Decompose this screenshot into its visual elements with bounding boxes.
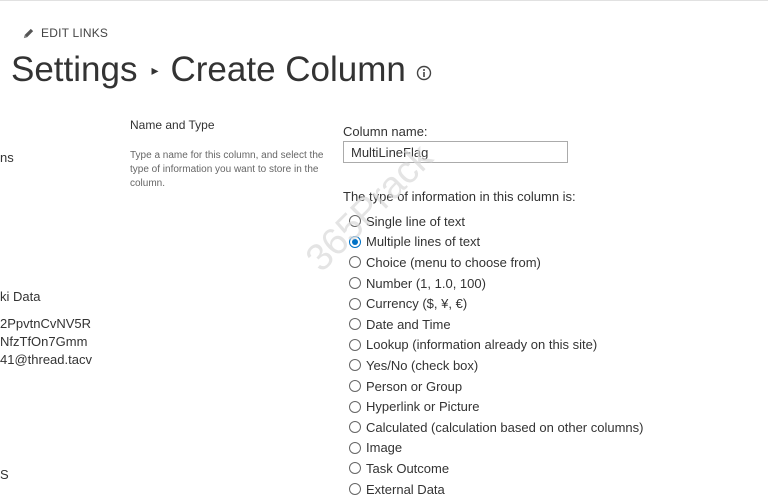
breadcrumb-settings[interactable]: Settings <box>11 50 137 90</box>
radio-button[interactable] <box>349 462 361 475</box>
option-label: Single line of text <box>366 213 466 229</box>
column-type-option[interactable]: Multiple lines of text <box>349 232 644 253</box>
option-label: Multiple lines of text <box>366 234 481 250</box>
nav-item[interactable]: S <box>0 467 9 482</box>
radio-button[interactable] <box>349 215 361 228</box>
option-label: Hyperlink or Picture <box>366 399 480 415</box>
edit-links-button[interactable]: EDIT LINKS <box>22 26 108 40</box>
radio-button[interactable] <box>349 400 361 413</box>
option-label: Choice (menu to choose from) <box>366 254 541 270</box>
option-label: Lookup (information already on this site… <box>366 337 598 353</box>
option-label: Number (1, 1.0, 100) <box>366 275 486 291</box>
info-icon[interactable] <box>416 65 432 81</box>
radio-button[interactable] <box>349 380 361 393</box>
nav-item[interactable]: NfzTfOn7Gmm <box>0 334 87 349</box>
radio-button[interactable] <box>349 421 361 434</box>
radio-button[interactable] <box>349 359 361 372</box>
nav-item[interactable]: ns <box>0 150 14 165</box>
type-label: The type of information in this column i… <box>343 189 576 204</box>
column-type-option[interactable]: Single line of text <box>349 211 644 232</box>
radio-button[interactable] <box>349 297 361 310</box>
column-type-option[interactable]: Yes/No (check box) <box>349 355 644 376</box>
option-label: Currency ($, ¥, €) <box>366 296 468 312</box>
column-type-option[interactable]: Hyperlink or Picture <box>349 396 644 417</box>
option-label: Task Outcome <box>366 460 450 476</box>
radio-button[interactable] <box>349 235 361 248</box>
radio-button[interactable] <box>349 338 361 351</box>
option-label: Calculated (calculation based on other c… <box>366 419 644 435</box>
radio-button[interactable] <box>349 256 361 269</box>
column-type-option[interactable]: Lookup (information already on this site… <box>349 335 644 356</box>
column-type-option[interactable]: External Data <box>349 479 644 500</box>
top-border <box>0 0 768 1</box>
column-type-option[interactable]: Calculated (calculation based on other c… <box>349 417 644 438</box>
radio-button[interactable] <box>349 441 361 454</box>
column-type-option[interactable]: Image <box>349 438 644 459</box>
nav-item[interactable]: ki Data <box>0 289 40 304</box>
edit-links-label: EDIT LINKS <box>41 26 109 40</box>
column-name-label: Column name: <box>343 124 428 139</box>
option-label: Date and Time <box>366 316 451 332</box>
column-type-option[interactable]: Date and Time <box>349 314 644 335</box>
option-label: Yes/No (check box) <box>366 357 479 373</box>
breadcrumb-separator: ▸ <box>151 61 159 78</box>
radio-button[interactable] <box>349 277 361 290</box>
radio-button[interactable] <box>349 483 361 496</box>
breadcrumb-current: Create Column <box>170 50 406 89</box>
column-type-option[interactable]: Choice (menu to choose from) <box>349 252 644 273</box>
column-type-option[interactable]: Person or Group <box>349 376 644 397</box>
column-type-option[interactable]: Number (1, 1.0, 100) <box>349 273 644 294</box>
column-type-option[interactable]: Currency ($, ¥, €) <box>349 293 644 314</box>
radio-button[interactable] <box>349 318 361 331</box>
option-label: External Data <box>366 481 445 497</box>
section-title: Name and Type <box>130 118 215 132</box>
column-name-input[interactable] <box>343 141 568 163</box>
nav-item[interactable]: 2PpvtnCvNV5R <box>0 316 91 331</box>
section-description: Type a name for this column, and select … <box>130 150 324 189</box>
nav-item[interactable]: 41@thread.tacv <box>0 352 92 367</box>
option-label: Image <box>366 440 403 456</box>
page-title: Settings ▸ Create Column <box>11 46 432 94</box>
option-label: Person or Group <box>366 378 463 394</box>
column-type-options: Single line of text Multiple lines of tex… <box>349 211 644 499</box>
column-type-option[interactable]: Task Outcome <box>349 458 644 479</box>
pencil-icon <box>23 28 34 38</box>
